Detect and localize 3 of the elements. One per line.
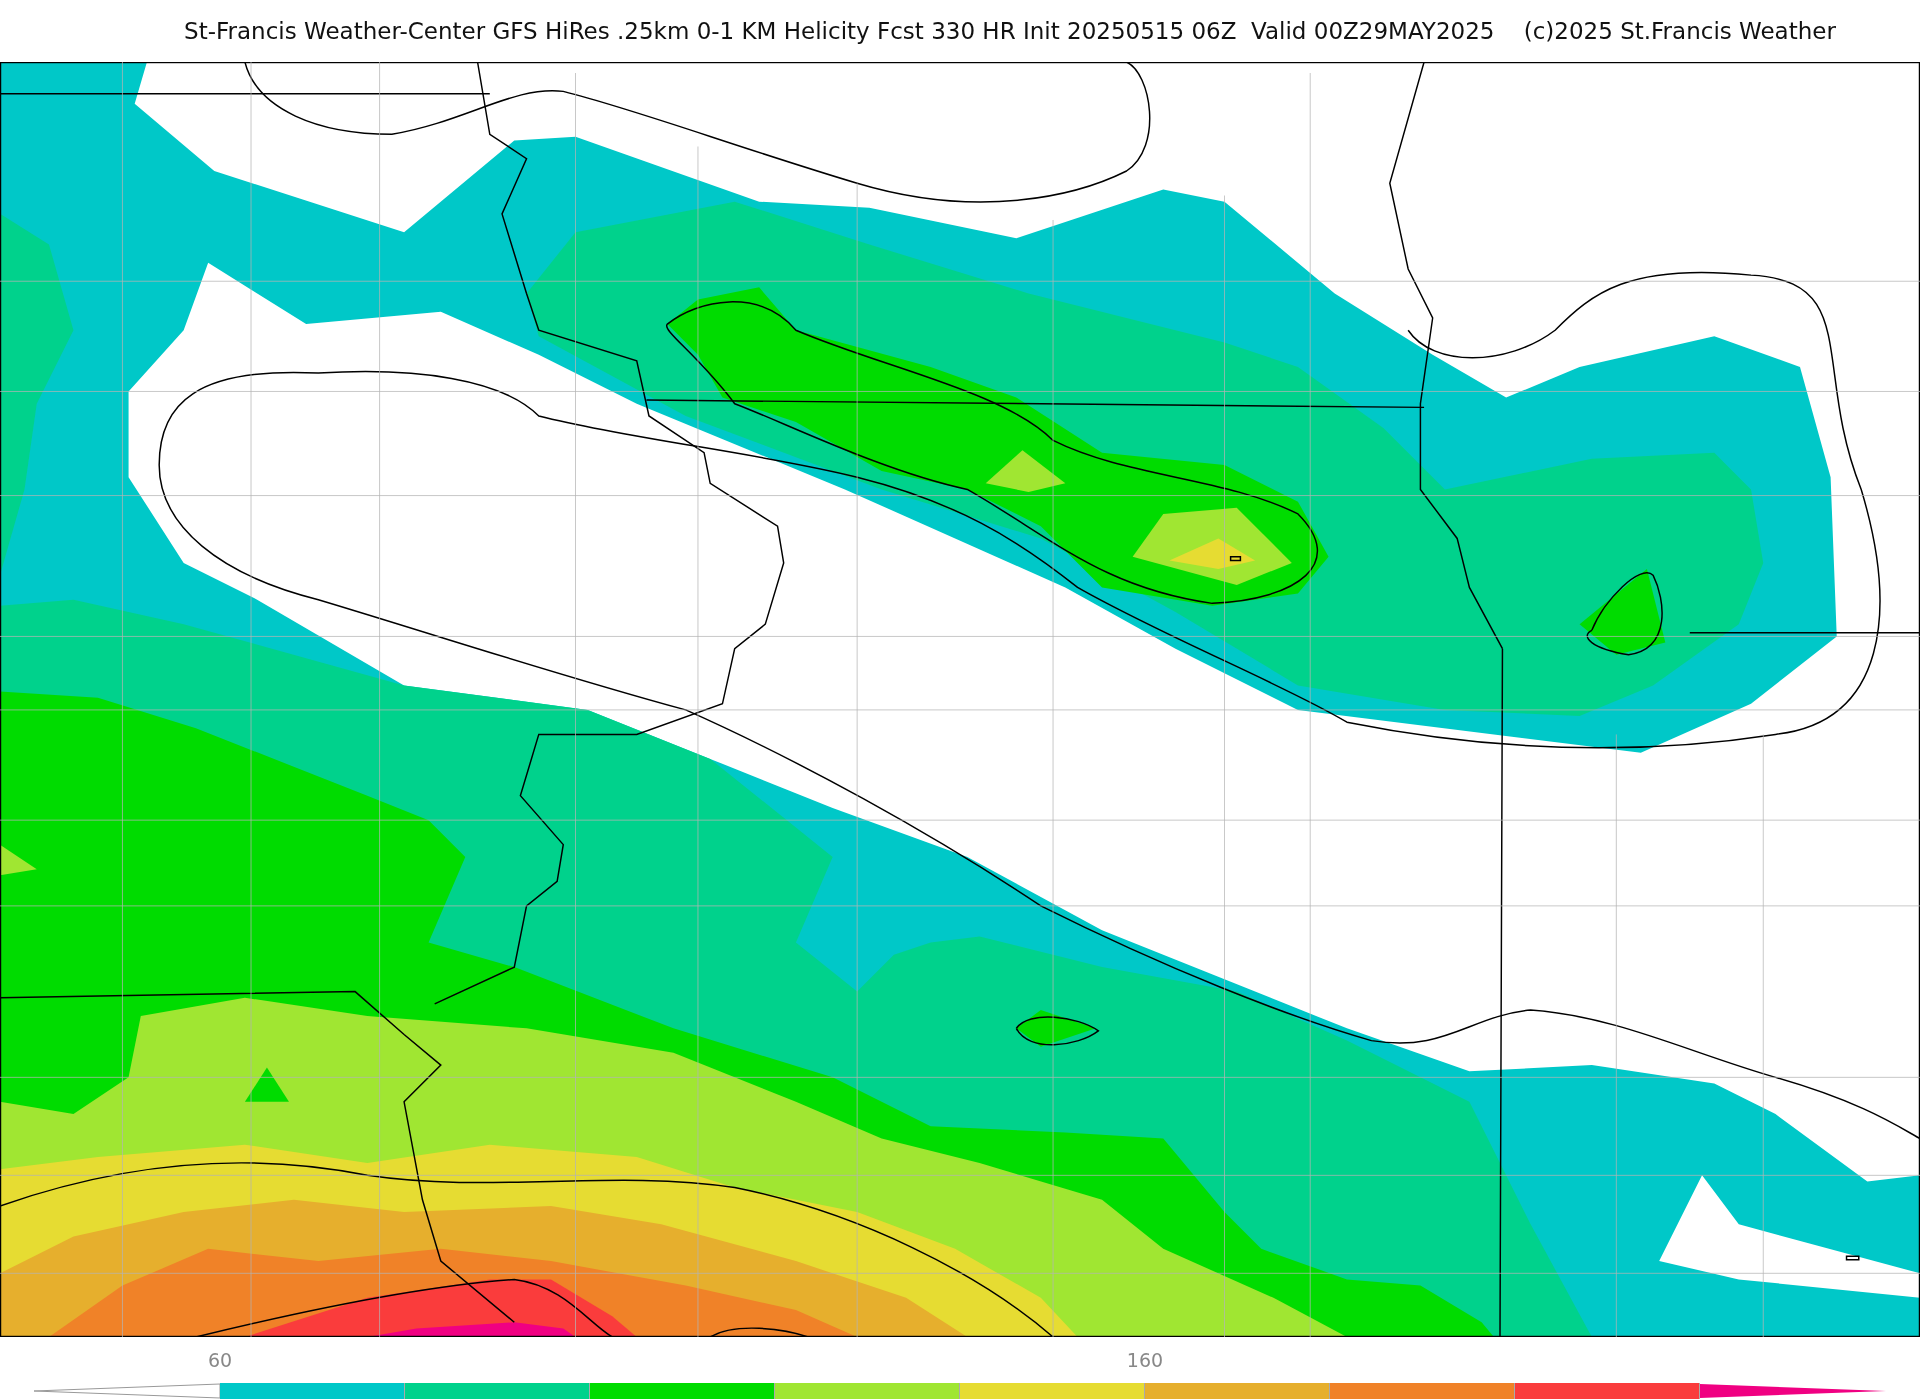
colorbar-tick-label: 60 xyxy=(207,1349,233,1371)
map-title: St-Francis Weather-Center GFS HiRes .25km 0-1 KM Helicity Fcst 330 HR Init 20250515 06Z Valid 00Z29MAY2025 (c)2025 St.Francis Weather xyxy=(183,17,1837,46)
colorbar-tick-label: 160 xyxy=(1126,1349,1164,1371)
